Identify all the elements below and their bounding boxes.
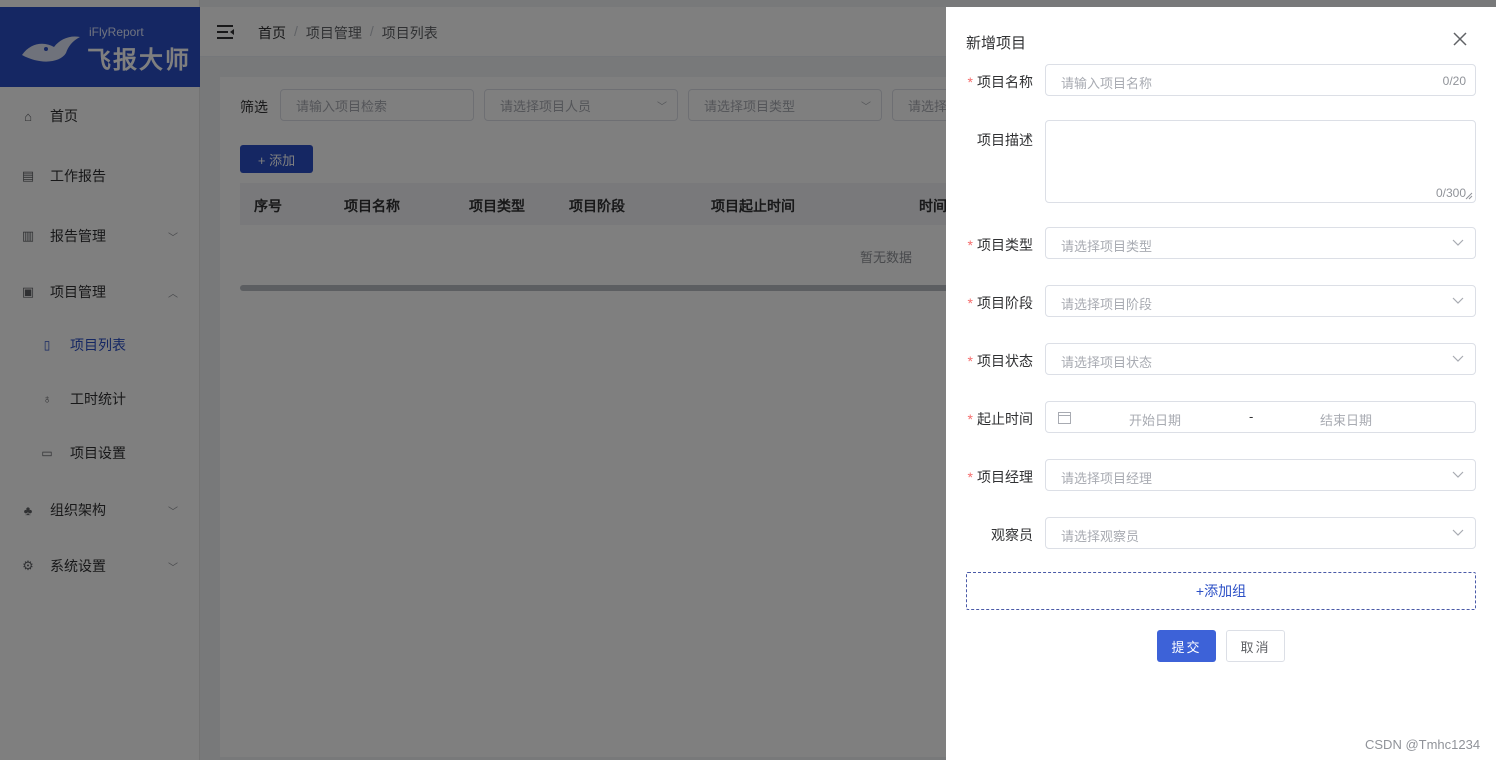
status-label: * 项目状态 — [946, 351, 1033, 371]
date-range-picker[interactable]: 开始日期 - 结束日期 — [1045, 401, 1476, 433]
observer-placeholder: 请选择观察员 — [1061, 529, 1140, 544]
required-mark: * — [967, 469, 973, 485]
chevron-down-icon — [1452, 297, 1464, 304]
resize-handle-icon[interactable] — [1465, 192, 1473, 200]
close-icon[interactable] — [1452, 31, 1468, 47]
project-type-select[interactable]: 请选择项目类型 — [1045, 227, 1476, 259]
new-project-drawer: 新增项目 * 项目名称 请输入项目名称 0/20 项目描述 0/300 * 项目类型… — [946, 7, 1496, 760]
project-stage-placeholder: 请选择项目阶段 — [1061, 297, 1153, 312]
project-status-select[interactable]: 请选择项目状态 — [1045, 343, 1476, 375]
project-manager-placeholder: 请选择项目经理 — [1061, 471, 1153, 486]
type-label-text: 项目类型 — [977, 237, 1033, 253]
drawer-title: 新增项目 — [966, 35, 1027, 52]
project-desc-textarea[interactable]: 0/300 — [1045, 120, 1476, 203]
chevron-down-icon — [1452, 355, 1464, 362]
project-stage-select[interactable]: 请选择项目阶段 — [1045, 285, 1476, 317]
period-label: * 起止时间 — [946, 409, 1033, 429]
project-name-counter: 0/20 — [1442, 74, 1466, 88]
end-date-input[interactable]: 结束日期 — [1320, 410, 1372, 429]
stage-label: * 项目阶段 — [946, 293, 1033, 313]
project-name-input[interactable]: 请输入项目名称 0/20 — [1045, 64, 1476, 96]
observer-label: 观察员 — [991, 527, 1033, 543]
project-manager-select[interactable]: 请选择项目经理 — [1045, 459, 1476, 491]
required-mark: * — [967, 353, 973, 369]
project-type-placeholder: 请选择项目类型 — [1061, 239, 1153, 254]
status-label-text: 项目状态 — [977, 353, 1033, 369]
required-mark: * — [967, 411, 973, 427]
desc-label: 项目描述 — [977, 132, 1033, 148]
observer-select[interactable]: 请选择观察员 — [1045, 517, 1476, 549]
project-status-placeholder: 请选择项目状态 — [1061, 355, 1153, 370]
calendar-icon — [1058, 412, 1071, 424]
name-label: * 项目名称 — [946, 72, 1033, 92]
chevron-down-icon — [1452, 529, 1464, 536]
date-separator: - — [1249, 409, 1254, 424]
type-label: * 项目类型 — [946, 235, 1033, 255]
chevron-down-icon — [1452, 471, 1464, 478]
chevron-down-icon — [1452, 239, 1464, 246]
required-mark: * — [967, 295, 973, 311]
manager-label: * 项目经理 — [946, 467, 1033, 487]
period-label-text: 起止时间 — [977, 411, 1033, 427]
project-desc-counter: 0/300 — [1435, 186, 1466, 200]
add-group-button[interactable]: +添加组 — [966, 572, 1476, 610]
required-mark: * — [967, 74, 973, 90]
stage-label-text: 项目阶段 — [977, 295, 1033, 311]
submit-button[interactable]: 提交 — [1157, 630, 1216, 662]
watermark: CSDN @Tmhc1234 — [1365, 737, 1481, 752]
cancel-button[interactable]: 取消 — [1226, 630, 1285, 662]
start-date-input[interactable]: 开始日期 — [1129, 410, 1181, 429]
manager-label-text: 项目经理 — [977, 469, 1033, 485]
name-label-text: 项目名称 — [977, 74, 1033, 90]
required-mark: * — [967, 237, 973, 253]
project-name-placeholder: 请输入项目名称 — [1061, 76, 1153, 91]
